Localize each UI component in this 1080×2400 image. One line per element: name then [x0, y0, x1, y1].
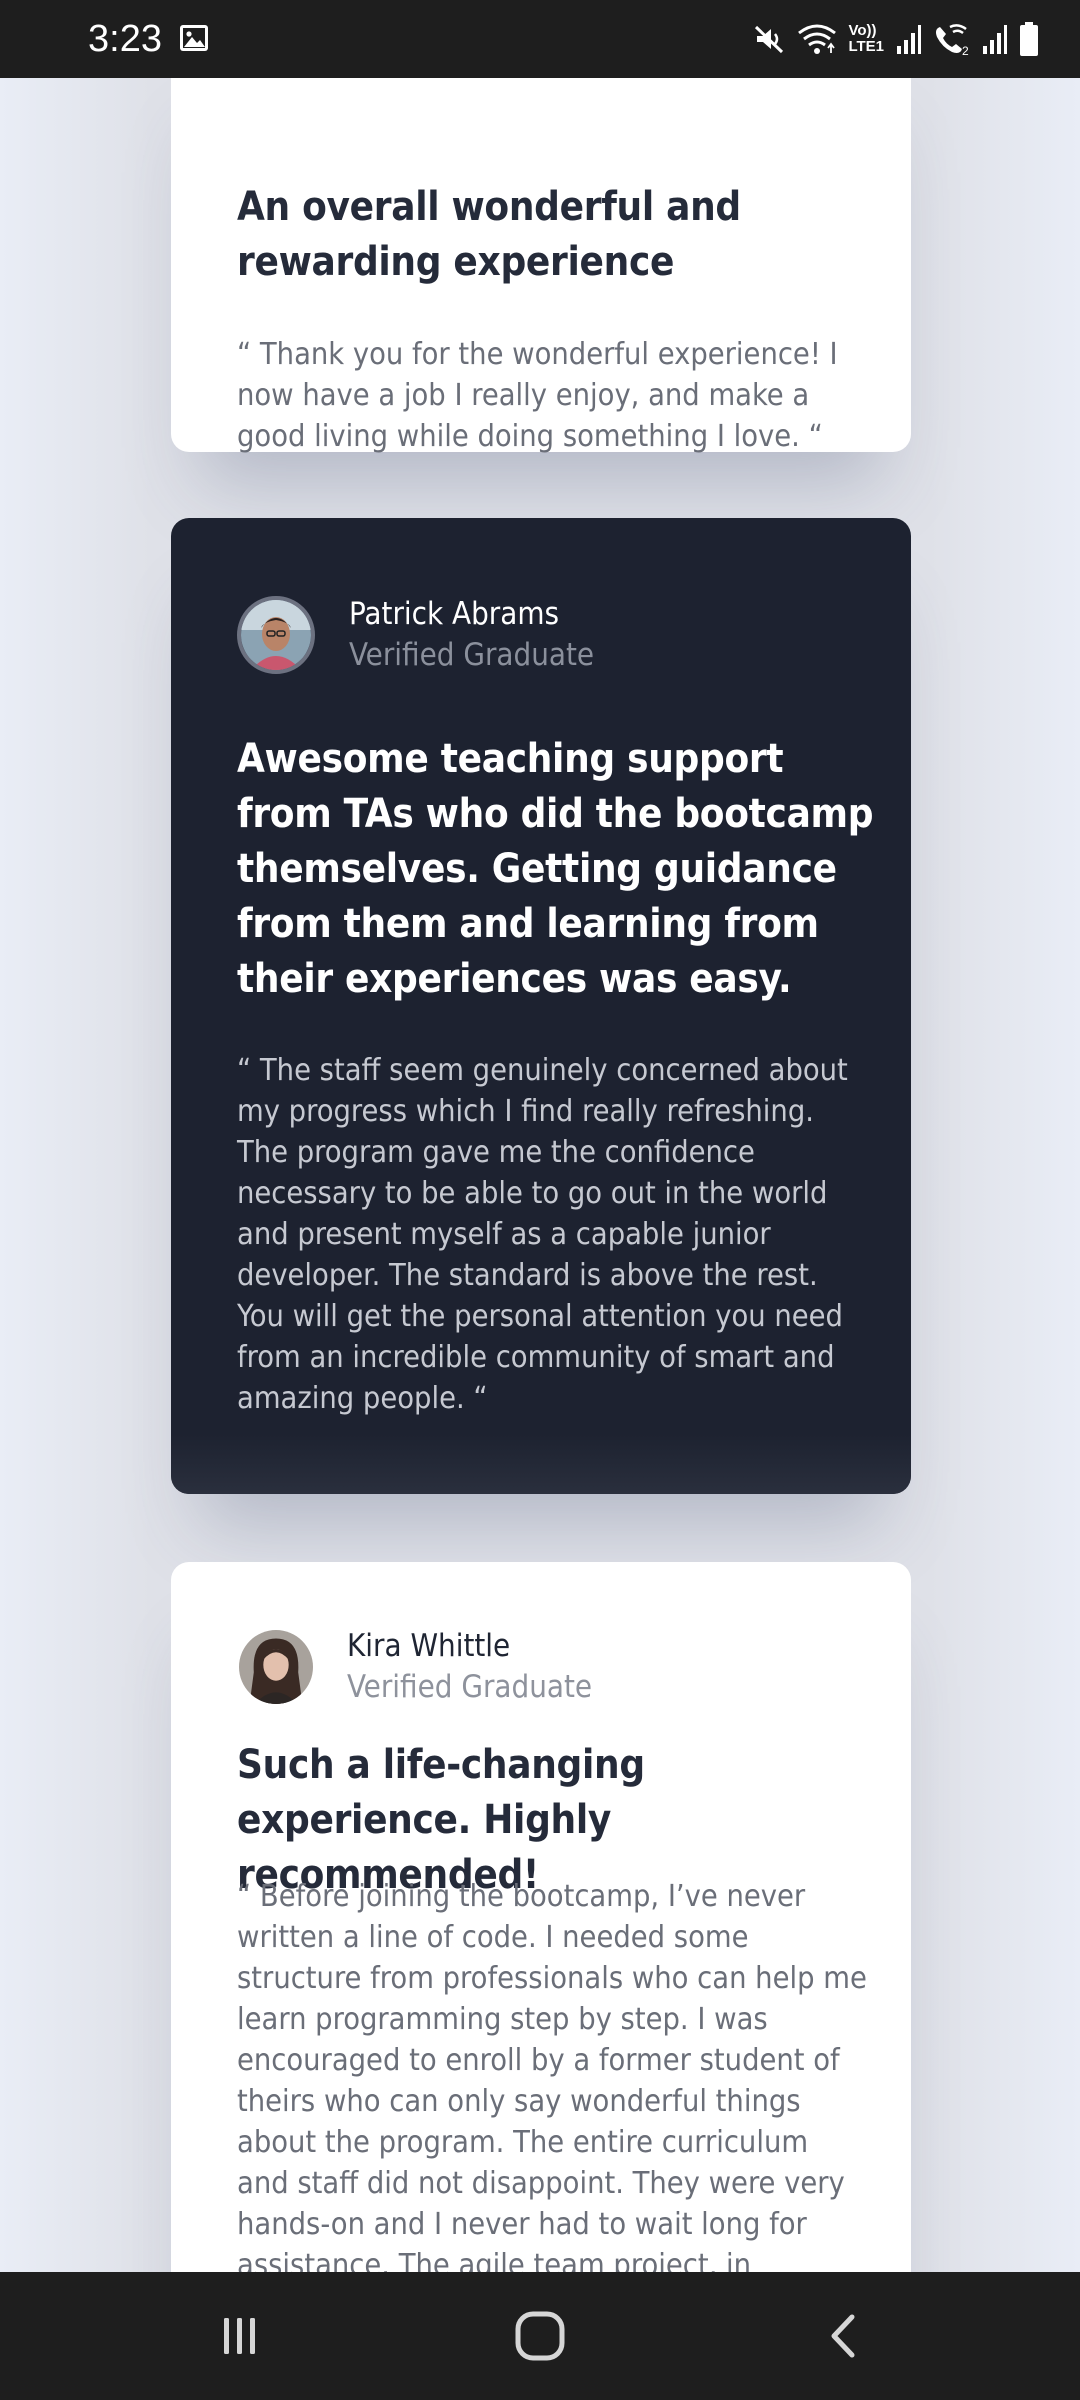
lte-label: LTE1 — [848, 38, 884, 55]
back-icon — [831, 2314, 855, 2358]
wifi-icon — [798, 24, 837, 54]
battery-icon — [1020, 22, 1038, 56]
signal-icon — [983, 25, 1007, 54]
avatar-image — [241, 600, 311, 670]
volte-icon: Vo)) LTE1 — [848, 23, 884, 55]
testimonials-page[interactable]: An overall wonderful and rewarding exper… — [0, 78, 1080, 2272]
mute-icon — [755, 25, 784, 54]
gallery-icon — [180, 25, 208, 51]
testimonial-card: Patrick Abrams Verified Graduate Awesome… — [171, 518, 911, 1494]
back-button[interactable] — [805, 2302, 885, 2370]
testimonial-quote: “ Before joining the bootcamp, I’ve neve… — [237, 1879, 867, 2272]
author-name: Patrick Abrams — [349, 596, 560, 632]
author-status: Verified Graduate — [349, 637, 595, 673]
home-icon — [515, 2311, 565, 2361]
testimonial-card: An overall wonderful and rewarding exper… — [171, 78, 911, 454]
author-info: Kira Whittle Verified Graduate — [347, 1626, 592, 1708]
avatar-image — [239, 1630, 313, 1704]
avatar — [239, 1630, 313, 1704]
testimonial-author: Patrick Abrams Verified Graduate — [237, 594, 594, 676]
signal-icon — [897, 25, 921, 54]
status-time: 3:23 — [88, 18, 162, 60]
author-status: Verified Graduate — [347, 1669, 593, 1705]
testimonial-quote: “ The staff seem genuinely concerned abo… — [237, 1053, 848, 1416]
navigation-bar — [0, 2272, 1080, 2400]
testimonial-headline: Awesome teaching support from TAs who di… — [237, 736, 874, 1002]
sim2-label: 2 — [962, 44, 969, 57]
status-bar: 3:23 Vo)) LTE1 2 — [0, 0, 1080, 78]
author-info: Patrick Abrams Verified Graduate — [349, 594, 594, 676]
volte-label: Vo)) — [848, 22, 877, 39]
testimonial-quote: “ Thank you for the wonderful experience… — [237, 337, 838, 454]
avatar — [237, 596, 315, 674]
wifi-calling-icon: 2 — [936, 24, 969, 57]
home-button[interactable] — [500, 2302, 580, 2370]
recent-apps-icon — [224, 2318, 255, 2354]
recent-apps-button[interactable] — [200, 2302, 280, 2370]
testimonial-card: Kira Whittle Verified Graduate Such a li… — [171, 1562, 911, 2272]
status-icons: Vo)) LTE1 2 — [752, 16, 1040, 62]
author-name: Kira Whittle — [347, 1628, 511, 1664]
testimonial-headline: An overall wonderful and rewarding exper… — [237, 184, 741, 285]
testimonial-author: Kira Whittle Verified Graduate — [237, 1626, 592, 1708]
